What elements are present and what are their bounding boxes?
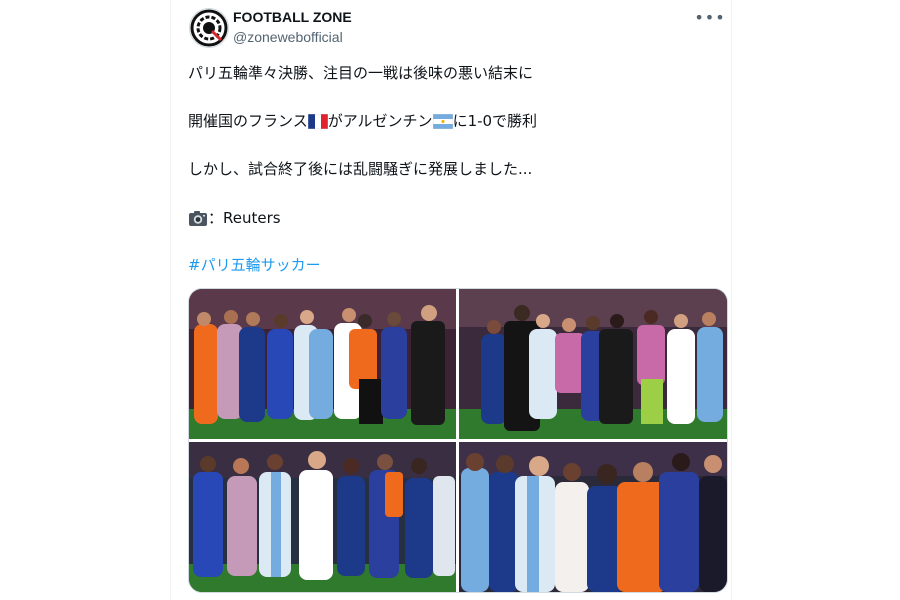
credit-source: Reuters xyxy=(223,209,281,227)
post-line-1: パリ五輪準々決勝、注目の一戦は後味の悪い結末に xyxy=(188,64,534,82)
more-options-button[interactable]: ••• xyxy=(694,6,726,28)
photo-brawl-2[interactable] xyxy=(459,289,727,439)
photo-brawl-4[interactable] xyxy=(459,442,727,592)
account-handle[interactable]: @zonewebofficial xyxy=(233,29,343,45)
avatar[interactable] xyxy=(189,8,229,48)
argentina-flag-icon xyxy=(432,113,453,134)
photo-grid xyxy=(188,288,728,593)
camera-icon xyxy=(188,209,208,232)
post-line-3: しかし、試合終了後には乱闘騒ぎに発展しました... xyxy=(188,160,533,178)
football-zone-logo-icon xyxy=(190,9,228,47)
post-line-2-part-1: 開催国のフランス xyxy=(188,112,308,130)
more-horizontal-icon: ••• xyxy=(694,7,726,27)
france-flag-icon xyxy=(307,113,328,134)
post-line-2-part-2: がアルゼンチン xyxy=(327,112,433,130)
photo-credit: ：Reuters xyxy=(188,208,281,232)
photo-brawl-1[interactable] xyxy=(189,289,456,439)
credit-separator: ： xyxy=(208,209,224,227)
post-card[interactable]: FOOTBALL ZONE @zonewebofficial ••• パリ五輪準… xyxy=(170,0,732,600)
photo-brawl-3[interactable] xyxy=(189,442,456,592)
hashtag-link[interactable]: #パリ五輪サッカー xyxy=(188,255,321,275)
post-line-2-part-3: に1-0で勝利 xyxy=(452,112,538,130)
account-name[interactable]: FOOTBALL ZONE xyxy=(233,9,352,25)
post-line-2: 開催国のフランス がアルゼンチン に1-0で勝利 xyxy=(188,111,537,134)
